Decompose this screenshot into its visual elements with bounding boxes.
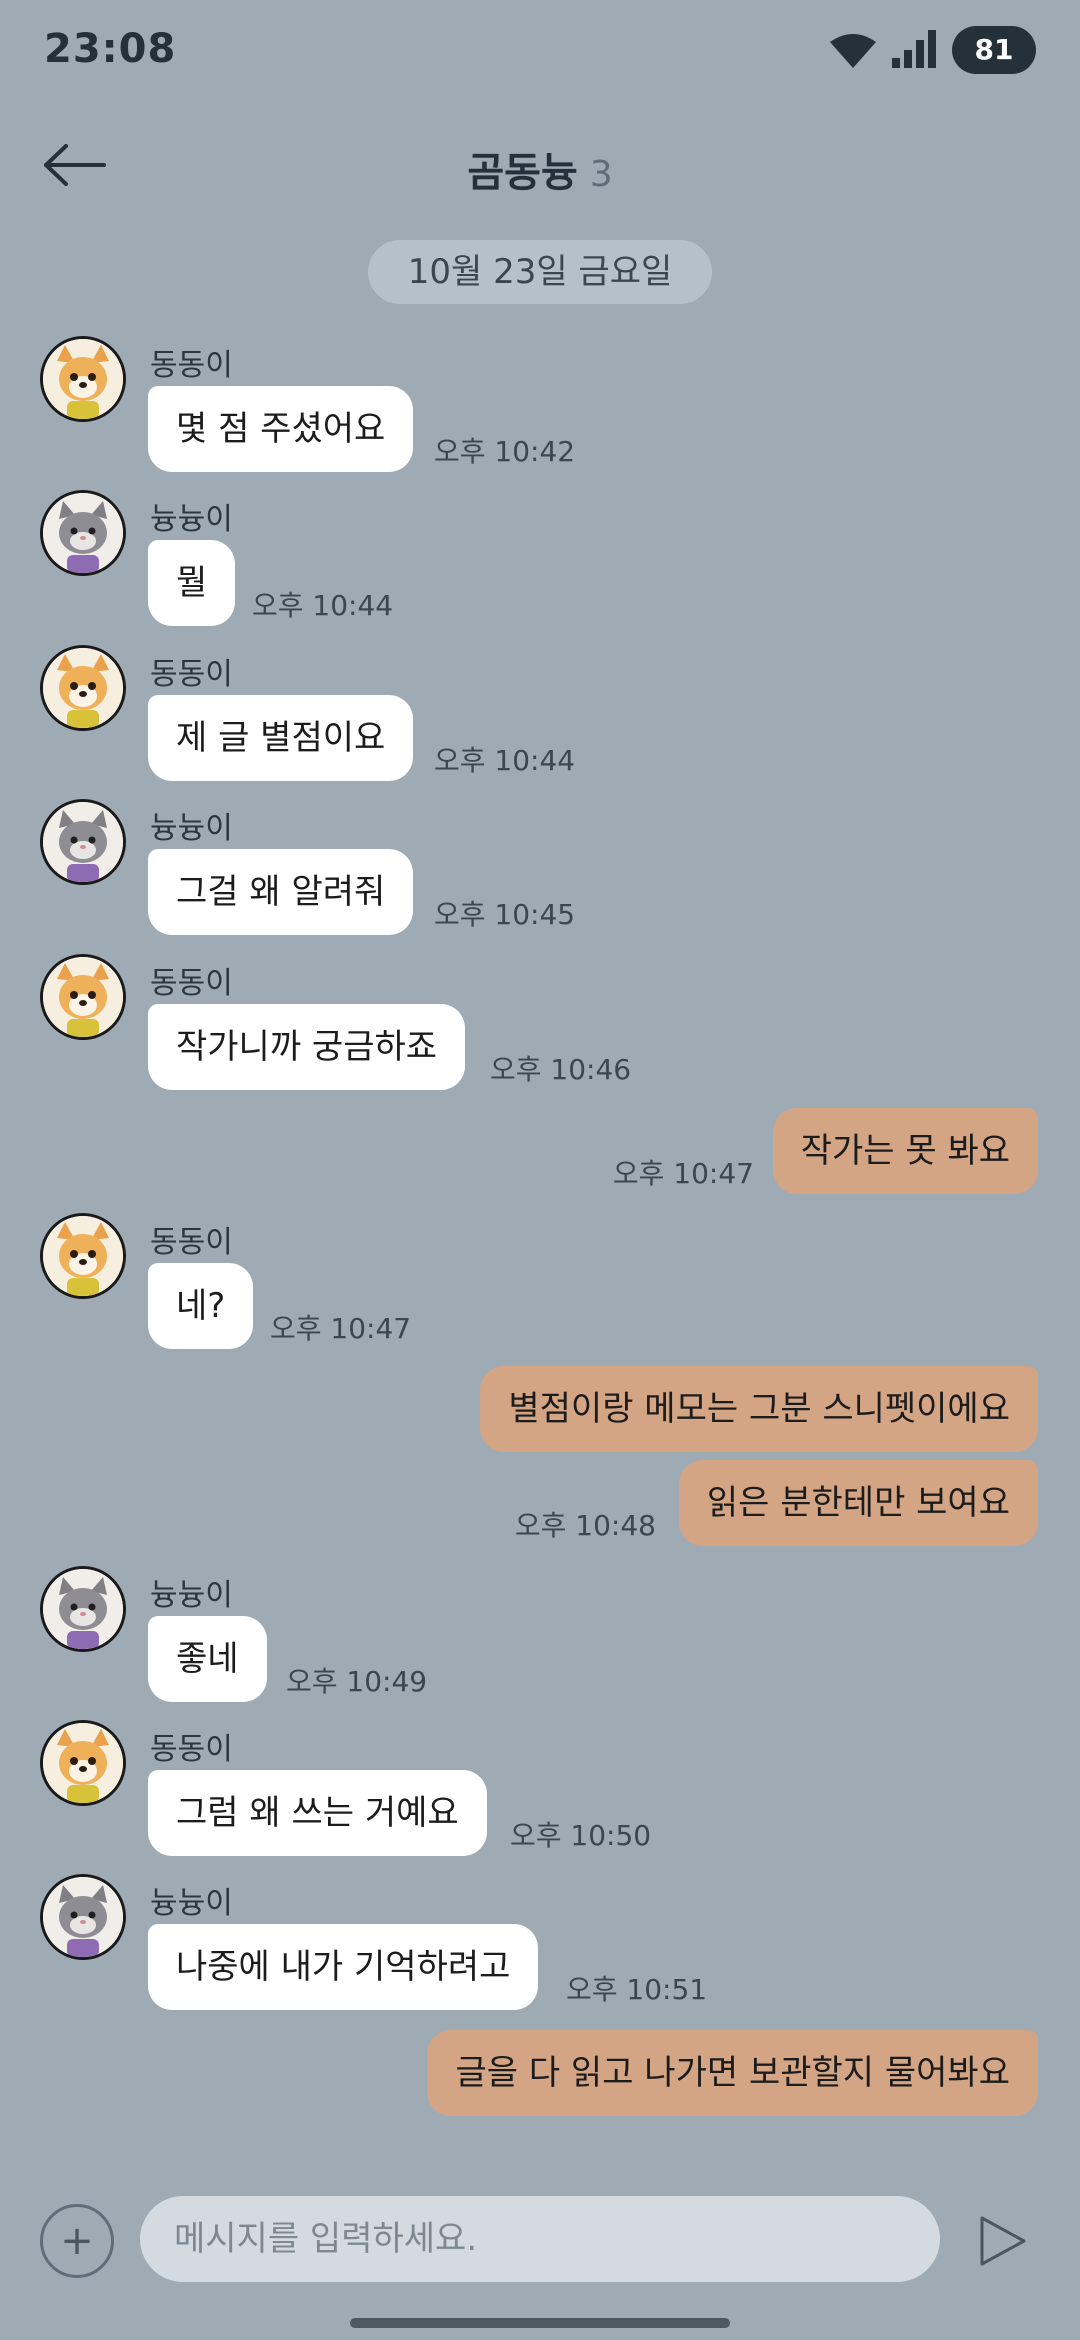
home-indicator[interactable] (350, 2318, 730, 2328)
avatar-dog[interactable] (40, 336, 126, 422)
message-time: 오후 10:49 (286, 1665, 428, 1698)
outgoing-message-bubble[interactable]: 읽은 분한테만 보여요 (678, 1460, 1038, 1546)
message-time: 오후 10:50 (510, 1819, 652, 1852)
attach-button[interactable]: + (40, 2204, 114, 2278)
message-time: 오후 10:45 (434, 898, 576, 931)
sender-name: 늉늉이 (150, 1578, 233, 1613)
avatar-cat[interactable] (40, 799, 126, 885)
sender-name: 동동이 (150, 966, 233, 1001)
incoming-message-bubble[interactable]: 좋네 (148, 1616, 267, 1702)
status-time: 23:08 (44, 26, 177, 72)
outgoing-message-bubble[interactable]: 글을 다 읽고 나가면 보관할지 물어봐요 (427, 2030, 1038, 2116)
avatar-cat[interactable] (40, 490, 126, 576)
message-time: 오후 10:47 (270, 1312, 412, 1345)
sender-name: 늉늉이 (150, 502, 233, 537)
avatar-cat[interactable] (40, 1874, 126, 1960)
chat-header: 곰동늉 3 (0, 110, 1080, 220)
incoming-message-bubble[interactable]: 그걸 왜 알려줘 (148, 849, 414, 935)
sender-name: 동동이 (150, 1732, 233, 1767)
incoming-message-bubble[interactable]: 작가니까 궁금하죠 (148, 1004, 466, 1090)
message-time: 오후 10:47 (612, 1157, 754, 1190)
sender-name: 동동이 (150, 1225, 233, 1260)
send-button[interactable] (978, 2214, 1028, 2268)
sender-name: 늉늉이 (150, 811, 233, 846)
message-time: 오후 10:48 (514, 1509, 656, 1542)
incoming-message-bubble[interactable]: 제 글 별점이요 (148, 695, 414, 781)
incoming-message-bubble[interactable]: 그럼 왜 쓰는 거예요 (148, 1770, 487, 1856)
date-divider: 10월 23일 금요일 (368, 240, 712, 304)
message-time: 오후 10:51 (566, 1973, 708, 2006)
message-time: 오후 10:44 (252, 589, 394, 622)
status-bar: 23:08 81 (0, 0, 1080, 100)
avatar-dog[interactable] (40, 954, 126, 1040)
avatar-dog[interactable] (40, 645, 126, 731)
message-time: 오후 10:44 (434, 744, 576, 777)
avatar-dog[interactable] (40, 1213, 126, 1299)
title-group: 곰동늉 3 (0, 140, 1080, 198)
avatar-cat[interactable] (40, 1566, 126, 1652)
chat-title: 곰동늉 (467, 150, 578, 196)
message-input[interactable] (140, 2196, 940, 2282)
sender-name: 동동이 (150, 657, 233, 692)
sender-name: 동동이 (150, 348, 233, 383)
incoming-message-bubble[interactable]: 나중에 내가 기억하려고 (148, 1924, 539, 2010)
message-time: 오후 10:42 (434, 435, 576, 468)
member-count: 3 (589, 154, 613, 195)
plus-icon: + (60, 2218, 94, 2264)
avatar-dog[interactable] (40, 1720, 126, 1806)
message-time: 오후 10:46 (490, 1053, 632, 1086)
outgoing-message-bubble[interactable]: 별점이랑 메모는 그분 스니펫이에요 (480, 1366, 1038, 1452)
signal-icon (892, 30, 936, 68)
battery-badge: 81 (952, 26, 1036, 74)
outgoing-message-bubble[interactable]: 작가는 못 봐요 (772, 1108, 1038, 1194)
incoming-message-bubble[interactable]: 네? (148, 1263, 254, 1349)
incoming-message-bubble[interactable]: 몇 점 주셨어요 (148, 386, 414, 472)
wifi-icon (830, 34, 876, 68)
incoming-message-bubble[interactable]: 뭘 (148, 540, 236, 626)
sender-name: 늉늉이 (150, 1886, 233, 1921)
send-icon (980, 2216, 1026, 2266)
